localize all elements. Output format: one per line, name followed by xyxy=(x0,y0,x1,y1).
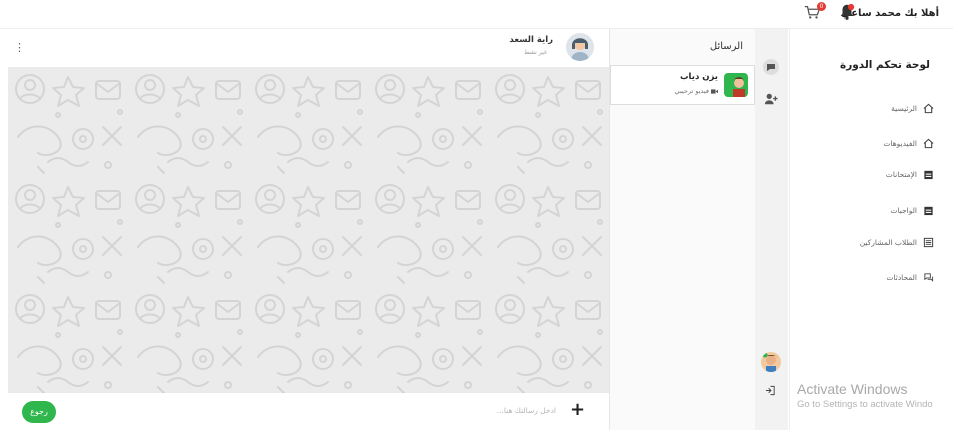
home-icon xyxy=(923,103,934,114)
watermark-subtitle: Go to Settings to activate Windo xyxy=(797,399,933,410)
add-user-icon[interactable] xyxy=(764,91,778,110)
sidebar-item-label: الإمتحانات xyxy=(885,170,917,179)
conversation-list: الرسائل يزن دياب فيديو ترحيبي xyxy=(609,29,755,430)
chat-header: ⋮ راية السعد غير نشط xyxy=(8,29,609,68)
windows-activation-watermark: Activate Windows Go to Settings to activ… xyxy=(797,381,933,410)
sidebar-item-label: الطلاب المشاركين xyxy=(859,238,917,247)
sidebar-item-videos[interactable]: الفيديوهات xyxy=(883,138,934,149)
back-button[interactable]: رجوع xyxy=(22,401,56,423)
sidebar-item-label: الرئيسية xyxy=(891,104,917,113)
avatar[interactable] xyxy=(761,352,781,372)
sidebar-item-exams[interactable]: الإمتحانات xyxy=(886,169,934,180)
video-icon xyxy=(711,88,718,94)
sidebar-item-assignments[interactable]: الواجبات xyxy=(890,205,934,216)
cart-icon[interactable]: 0 xyxy=(803,2,826,23)
sidebar-item-label: الفيديوهات xyxy=(883,139,917,148)
calendar-icon xyxy=(924,206,933,216)
watermark-title: Activate Windows xyxy=(797,381,908,397)
message-composer: رجوع + xyxy=(8,393,609,430)
conversation-item[interactable]: يزن دياب فيديو ترحيبي xyxy=(610,65,755,105)
chat-bubble-icon[interactable] xyxy=(763,59,779,75)
add-attachment-button[interactable]: + xyxy=(570,399,585,420)
sidebar-item-label: المحادثات xyxy=(886,273,917,282)
sidebar-item-label: الواجبات xyxy=(890,206,917,215)
conversation-preview-text: فيديو ترحيبي xyxy=(674,87,709,95)
message-input[interactable] xyxy=(448,405,558,416)
contact-avatar xyxy=(566,33,594,61)
top-bar: أهلا بك محمد ساعي 0 xyxy=(0,0,953,29)
conversation-preview: فيديو ترحيبي xyxy=(675,87,718,95)
cart-count-badge: 0 xyxy=(817,2,826,11)
chat-background-pattern xyxy=(8,67,609,393)
home-icon xyxy=(923,138,934,149)
course-dashboard-sidebar: لوحة تحكم الدورة الرئيسية الفيديوهات الإ… xyxy=(789,29,953,430)
list-icon xyxy=(923,237,934,248)
logout-icon[interactable] xyxy=(765,381,776,400)
kebab-menu-icon[interactable]: ⋮ xyxy=(14,41,25,54)
conversation-avatar xyxy=(724,73,748,97)
bell-icon[interactable] xyxy=(838,3,856,21)
messages-title: الرسائل xyxy=(709,41,743,52)
conversation-name: يزن دياب xyxy=(680,72,718,82)
sidebar-item-chats[interactable]: المحادثات xyxy=(886,272,934,283)
calendar-icon xyxy=(924,170,933,180)
chat-messages-area xyxy=(8,67,609,393)
sidebar-item-participants[interactable]: الطلاب المشاركين xyxy=(860,237,934,248)
contact-name: راية السعد xyxy=(509,35,553,45)
sidebar-item-home[interactable]: الرئيسية xyxy=(891,103,934,114)
chat-icon-strip xyxy=(754,29,788,430)
contact-status: غير نشط xyxy=(524,49,547,56)
sidebar-title: لوحة تحكم الدورة xyxy=(840,59,930,71)
chat-icon xyxy=(924,273,934,282)
